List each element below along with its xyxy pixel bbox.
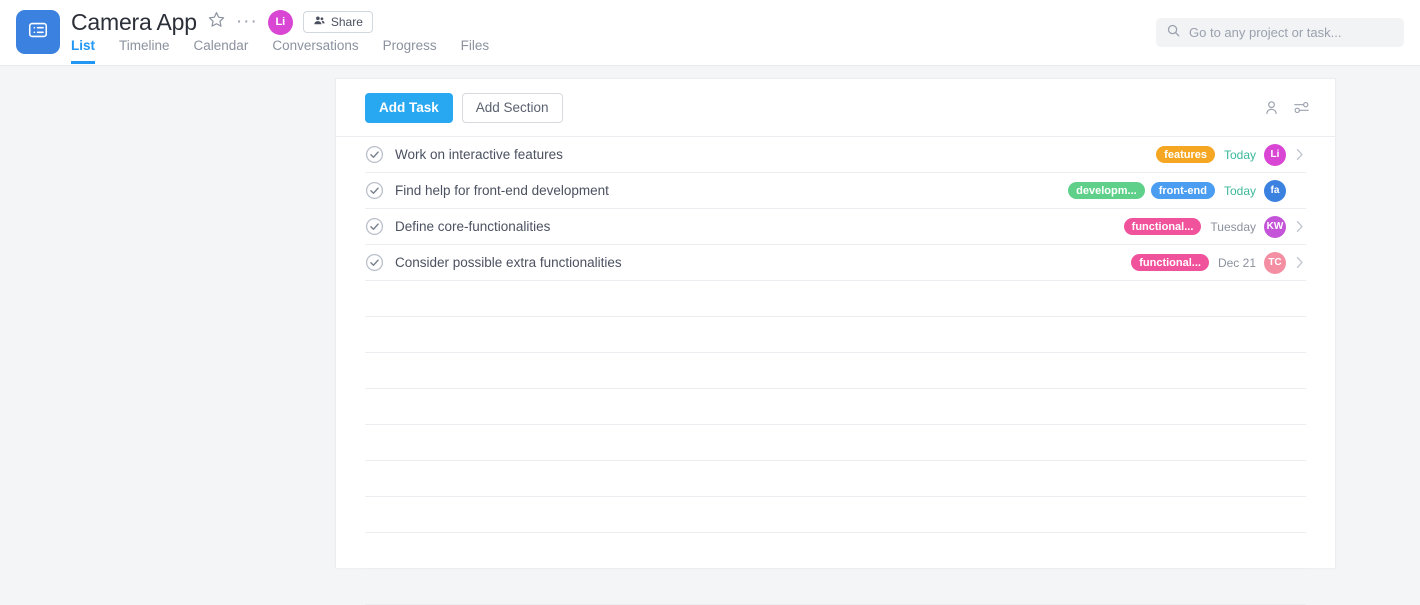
list-toolbar: Add Task Add Section [336,79,1335,137]
empty-task-row[interactable] [365,497,1306,533]
due-date[interactable]: Today [1224,184,1256,198]
filter-sliders-icon[interactable] [1289,96,1313,120]
table-row[interactable]: Consider possible extra functionalities … [365,245,1306,281]
task-list: Work on interactive features features To… [336,137,1335,605]
task-tag[interactable]: features [1156,146,1215,163]
search-input[interactable]: Go to any project or task... [1156,18,1404,47]
chevron-right-icon[interactable] [1293,256,1306,269]
add-task-button[interactable]: Add Task [365,92,453,123]
check-circle-icon[interactable] [365,145,384,164]
empty-task-row[interactable] [365,461,1306,497]
search-icon [1166,23,1181,43]
tab-calendar[interactable]: Calendar [194,38,249,64]
avatar[interactable]: TC [1264,251,1286,274]
chevron-right-icon[interactable] [1293,148,1306,161]
task-list-card: Add Task Add Section Work on interactive… [335,78,1336,605]
empty-task-row[interactable] [365,425,1306,461]
avatar[interactable]: fa [1264,179,1286,202]
person-icon[interactable] [1259,96,1283,120]
tab-files[interactable]: Files [461,38,490,64]
tab-timeline[interactable]: Timeline [119,38,170,64]
due-date[interactable]: Today [1224,148,1256,162]
tab-list[interactable]: List [71,38,96,64]
due-date[interactable]: Dec 21 [1218,256,1256,270]
more-options-icon[interactable]: ··· [236,12,258,31]
due-date[interactable]: Tuesday [1210,220,1256,234]
app-logo[interactable] [16,10,60,54]
avatar[interactable]: Li [1264,143,1286,166]
share-button[interactable]: Share [302,11,373,33]
search-placeholder: Go to any project or task... [1189,25,1342,40]
table-row[interactable]: Work on interactive features features To… [365,137,1306,173]
task-tag[interactable]: developm... [1068,182,1145,199]
avatar[interactable]: Li [267,9,293,35]
add-section-button[interactable]: Add Section [461,92,563,123]
task-tag[interactable]: functional... [1131,254,1209,271]
check-circle-icon[interactable] [365,253,384,272]
table-row[interactable]: Find help for front-end development deve… [365,173,1306,209]
empty-task-row[interactable] [365,353,1306,389]
task-name[interactable]: Consider possible extra functionalities [395,255,622,270]
people-icon [313,14,326,30]
table-row[interactable]: Define core-functionalities functional..… [365,209,1306,245]
empty-task-row[interactable] [365,533,1306,569]
task-name[interactable]: Define core-functionalities [395,219,550,234]
task-name[interactable]: Find help for front-end development [395,183,609,198]
empty-task-row[interactable] [365,317,1306,353]
star-outline-icon[interactable] [207,10,226,34]
task-tag[interactable]: front-end [1150,182,1215,199]
check-circle-icon[interactable] [365,217,384,236]
project-title-row: Camera App ··· Li Share [71,6,373,38]
empty-task-row[interactable] [365,569,1306,605]
tab-conversations[interactable]: Conversations [272,38,358,64]
tab-progress[interactable]: Progress [383,38,437,64]
task-name[interactable]: Work on interactive features [395,147,563,162]
app-header: Camera App ··· Li Share List Timeline Ca… [0,0,1420,66]
avatar[interactable]: KW [1264,215,1286,238]
list-board-icon [27,19,49,46]
page-title: Camera App [71,8,197,35]
chevron-right-icon[interactable] [1293,220,1306,233]
check-circle-icon[interactable] [365,181,384,200]
share-label: Share [330,15,363,29]
nav-tabs: List Timeline Calendar Conversations Pro… [71,38,489,64]
empty-task-row[interactable] [365,281,1306,317]
task-tag[interactable]: functional... [1123,218,1202,235]
empty-task-row[interactable] [365,389,1306,425]
